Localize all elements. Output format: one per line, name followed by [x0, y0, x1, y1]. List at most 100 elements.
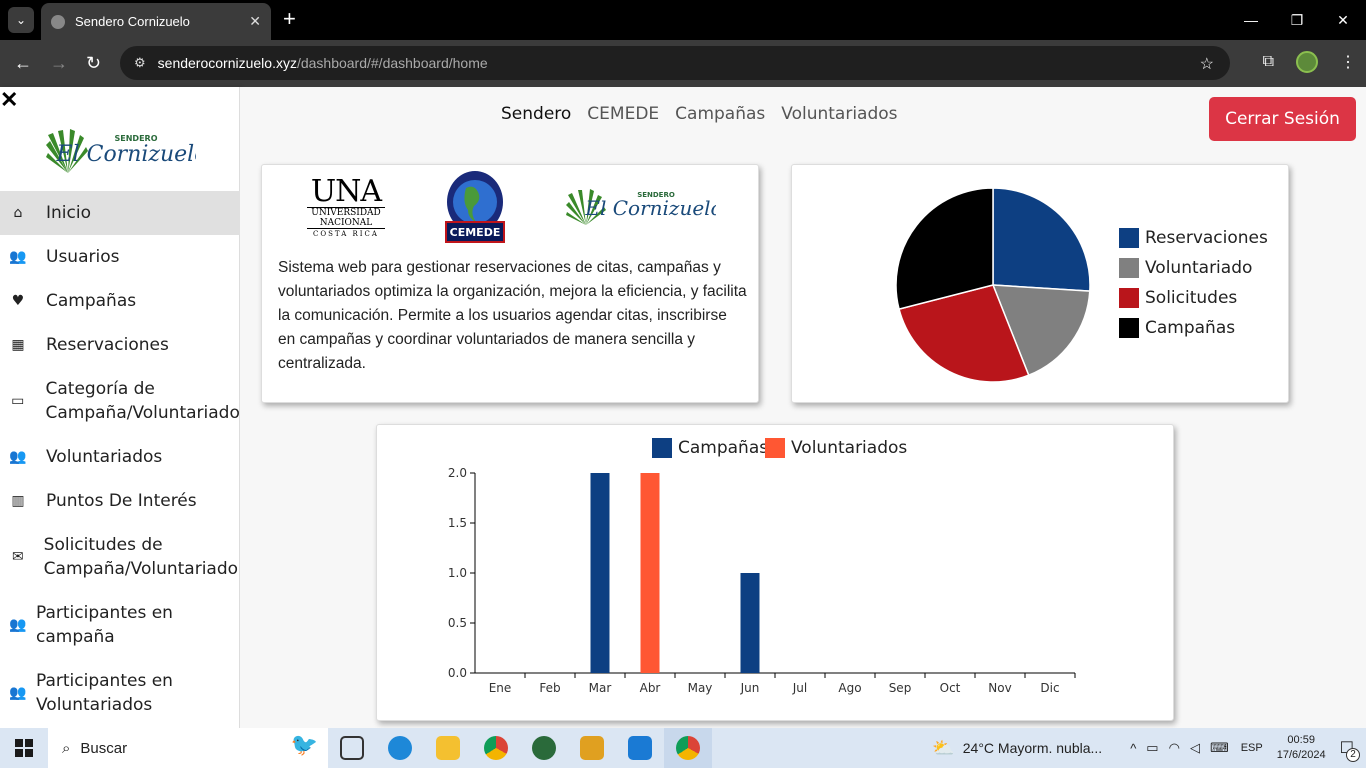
- nav-link-cemede[interactable]: CEMEDE: [587, 104, 659, 124]
- x-tick-label: Ago: [838, 681, 861, 695]
- chevron-up-icon[interactable]: ^: [1130, 741, 1136, 756]
- bar-campañas-mar[interactable]: [590, 473, 610, 673]
- y-tick-label: 0.5: [448, 616, 467, 630]
- address-bar[interactable]: ⚙ senderocornizuelo.xyz /dashboard/#/das…: [120, 46, 1230, 80]
- taskbar-search-input[interactable]: ⌕ Buscar 🐦: [48, 728, 328, 768]
- legend-item-reservaciones[interactable]: Reservaciones: [1119, 228, 1268, 248]
- sidebar-item-label: Usuarios: [46, 247, 120, 267]
- weather-icon: ⛅: [932, 737, 955, 758]
- x-tick-label: Nov: [988, 681, 1011, 695]
- close-icon[interactable]: ✕: [249, 13, 261, 30]
- top-navigation: Sendero CEMEDE Campañas Voluntariados: [501, 104, 898, 124]
- bar-campañas-jun[interactable]: [740, 573, 760, 673]
- task-view-icon[interactable]: [328, 728, 376, 768]
- browser-chrome: ⌄ Sendero Cornizuelo ✕ + — ❐ ✕ ← → ↻ ⚙ s…: [0, 0, 1366, 87]
- globe-icon: [51, 14, 65, 29]
- taskbar: ⌕ Buscar 🐦 ⛅ 24°C Mayorm. nubla... ^ ▭ ◠…: [0, 728, 1366, 768]
- chrome-icon[interactable]: [472, 728, 520, 768]
- vscode-icon[interactable]: [616, 728, 664, 768]
- site-info-icon[interactable]: ⚙: [134, 55, 146, 71]
- x-tick-label: Jun: [740, 681, 760, 695]
- cemede-logo: CEMEDE: [445, 171, 505, 243]
- restore-icon[interactable]: ❐: [1274, 0, 1320, 40]
- y-tick-label: 1.5: [448, 516, 467, 530]
- x-tick-label: May: [688, 681, 713, 695]
- nav-link-campanas[interactable]: Campañas: [675, 104, 765, 124]
- tab-search-icon[interactable]: ⌄: [8, 7, 34, 33]
- legend-swatch: [1119, 288, 1139, 308]
- file-explorer-icon[interactable]: [424, 728, 472, 768]
- sidebar-item-label: Inicio: [46, 203, 91, 223]
- back-arrow-icon[interactable]: ←: [14, 53, 32, 73]
- forward-arrow-icon[interactable]: →: [50, 53, 68, 73]
- sidebar-item-categoria[interactable]: ▭ Categoría de Campaña/Voluntariado: [0, 377, 240, 425]
- legend-item-solicitudes[interactable]: Solicitudes: [1119, 288, 1237, 308]
- tab-title: Sendero Cornizuelo: [75, 14, 190, 29]
- nav-link-sendero[interactable]: Sendero: [501, 104, 571, 124]
- edge-icon[interactable]: [376, 728, 424, 768]
- x-tick-label: Dic: [1040, 681, 1059, 695]
- pie-chart: [895, 187, 1091, 383]
- sidebar-item-inicio[interactable]: ⌂ Inicio: [0, 191, 240, 235]
- browser-tab[interactable]: Sendero Cornizuelo ✕: [41, 3, 271, 40]
- y-tick-label: 0.0: [448, 666, 467, 680]
- new-tab-plus-icon[interactable]: +: [283, 8, 296, 30]
- bar-voluntariados-abr[interactable]: [640, 473, 660, 673]
- sidebar-item-label: Participantes en Voluntariados: [36, 671, 173, 715]
- sidebar-item-participantes-voluntariados[interactable]: 👥 Participantes en Voluntariados: [0, 669, 240, 717]
- battery-icon[interactable]: ▭: [1146, 740, 1158, 756]
- x-tick-label: Feb: [539, 681, 560, 695]
- sidebar-item-reservaciones[interactable]: ▦ Reservaciones: [0, 323, 240, 367]
- notifications-icon[interactable]: ☐ 2: [1340, 738, 1360, 762]
- browser-toolbar: ← → ↻ ⚙ senderocornizuelo.xyz /dashboard…: [0, 40, 1366, 87]
- bar-chart-card: Campañas Voluntariados 0.0 0.5 1.0 1.5 2.0 En…: [376, 424, 1174, 721]
- main-content: Sendero CEMEDE Campañas Voluntariados Ce…: [240, 87, 1366, 728]
- calendar-icon: ▦: [11, 337, 25, 353]
- legend-label: Voluntariado: [1145, 258, 1253, 278]
- y-tick-label: 1.0: [448, 566, 467, 580]
- close-sidebar-icon[interactable]: ✕: [0, 89, 18, 111]
- pie-slice-reservaciones[interactable]: [992, 187, 1091, 292]
- sidebar-item-label: Puntos De Interés: [46, 491, 197, 511]
- sidebar-item-label: Categoría de Campaña/Voluntariado: [45, 379, 240, 423]
- sidebar-item-participantes-campana[interactable]: 👥 Participantes en campaña: [0, 601, 240, 649]
- keyboard-icon[interactable]: ⌨: [1210, 740, 1229, 756]
- language-indicator[interactable]: ESP: [1241, 742, 1263, 754]
- sign-icon: ▭: [11, 393, 25, 409]
- logout-button[interactable]: Cerrar Sesión: [1209, 97, 1356, 141]
- reload-icon[interactable]: ↻: [86, 53, 101, 73]
- hs-app-icon[interactable]: [520, 728, 568, 768]
- profile-avatar[interactable]: [1296, 51, 1318, 73]
- wifi-icon[interactable]: ◠: [1169, 740, 1180, 756]
- search-icon: ⌕: [62, 739, 71, 757]
- legend-label: Campañas: [1145, 318, 1236, 338]
- chrome-active-icon[interactable]: [664, 728, 712, 768]
- legend-item-campanas[interactable]: Campañas: [1119, 318, 1235, 338]
- pie-chart-card: Reservaciones Voluntariado Solicitudes C…: [791, 164, 1289, 403]
- sidebar-item-campanas[interactable]: ♥ Campañas: [0, 279, 240, 323]
- minimize-icon[interactable]: —: [1228, 0, 1274, 40]
- sidebar-item-usuarios[interactable]: 👥 Usuarios: [0, 235, 240, 279]
- clock-date: 17/6/2024: [1276, 749, 1326, 761]
- sidebar-item-puntos[interactable]: ▥ Puntos De Interés: [0, 479, 240, 523]
- sidebar-item-voluntariados[interactable]: 👥 Voluntariados: [0, 435, 240, 479]
- legend-item-voluntariado[interactable]: Voluntariado: [1119, 258, 1252, 278]
- legend-label: Reservaciones: [1145, 228, 1268, 248]
- sidebar-item-label: Solicitudes de Campaña/Voluntariado: [43, 535, 239, 579]
- users-green-icon: 👥: [9, 685, 27, 701]
- weather-text[interactable]: 24°C Mayorm. nubla...: [963, 740, 1102, 756]
- clock[interactable]: 00:59 17/6/2024: [1277, 733, 1326, 763]
- bookmark-star-icon[interactable]: ☆: [1200, 54, 1214, 74]
- una-logo: UNA UNIVERSIDAD NACIONAL COSTA RICA: [307, 177, 385, 239]
- nav-link-voluntariados[interactable]: Voluntariados: [781, 104, 897, 124]
- extensions-icon[interactable]: ⧉: [1263, 53, 1274, 71]
- y-tick-label: 2.0: [448, 466, 467, 480]
- tool-app-icon[interactable]: [568, 728, 616, 768]
- windows-start-icon[interactable]: [0, 728, 48, 768]
- sidebar-item-solicitudes[interactable]: ✉ Solicitudes de Campaña/Voluntariado: [0, 533, 240, 581]
- more-menu-icon[interactable]: ⋮: [1340, 52, 1356, 72]
- toolbar-actions: ⧉ ⋮: [1263, 51, 1356, 73]
- svg-text:CEMEDE: CEMEDE: [450, 226, 501, 239]
- window-close-icon[interactable]: ✕: [1320, 0, 1366, 40]
- volume-icon[interactable]: ◁: [1190, 740, 1200, 756]
